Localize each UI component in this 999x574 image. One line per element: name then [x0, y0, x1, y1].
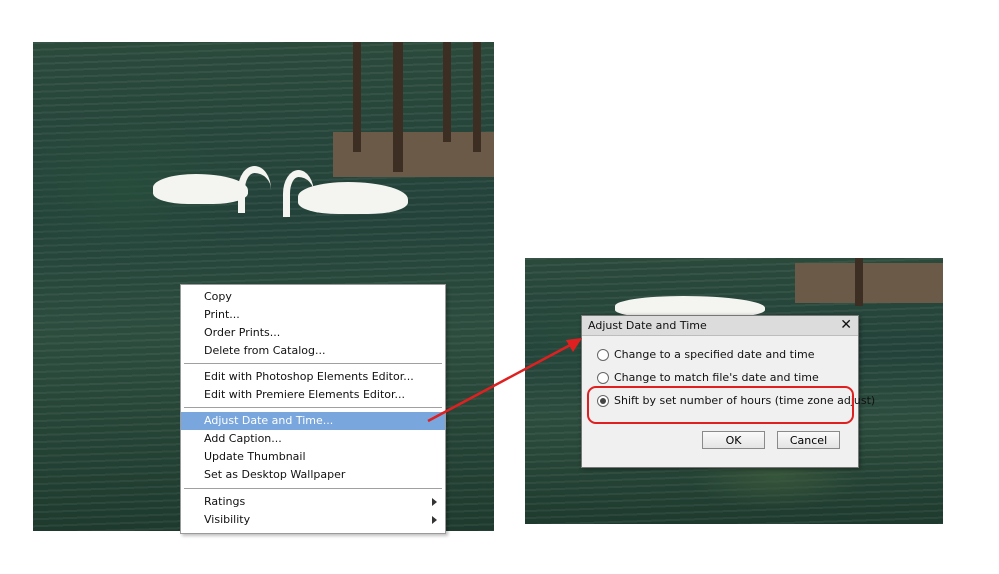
menu-item-adjust-date-time[interactable]: Adjust Date and Time... — [181, 412, 445, 430]
radio-button[interactable] — [597, 372, 609, 384]
menu-item-label: Update Thumbnail — [204, 450, 306, 463]
highlight-annotation — [587, 386, 854, 424]
menu-item-set-wallpaper[interactable]: Set as Desktop Wallpaper — [181, 466, 445, 484]
menu-item-visibility[interactable]: Visibility — [181, 511, 445, 529]
cancel-button[interactable]: Cancel — [777, 431, 840, 449]
swan — [298, 182, 408, 214]
menu-item-print[interactable]: Print... — [181, 306, 445, 324]
dock — [795, 263, 943, 303]
menu-separator — [184, 363, 442, 364]
submenu-arrow-icon — [432, 516, 437, 524]
menu-item-label: Delete from Catalog... — [204, 344, 326, 357]
menu-item-label: Ratings — [204, 495, 246, 508]
dock-post — [353, 42, 361, 152]
radio-button[interactable] — [597, 349, 609, 361]
menu-item-copy[interactable]: Copy — [181, 288, 445, 306]
swan — [238, 166, 271, 213]
menu-item-label: Set as Desktop Wallpaper — [204, 468, 346, 481]
menu-separator — [184, 488, 442, 489]
context-menu: Copy Print... Order Prints... Delete fro… — [180, 284, 446, 534]
menu-item-label: Adjust Date and Time... — [204, 414, 334, 427]
dock-post — [855, 258, 863, 306]
dialog-titlebar: Adjust Date and Time ✕ — [582, 316, 858, 336]
menu-item-label: Visibility — [204, 513, 251, 526]
menu-item-label: Add Caption... — [204, 432, 282, 445]
dock-post — [393, 42, 403, 172]
swan — [153, 174, 248, 204]
close-icon[interactable]: ✕ — [840, 317, 852, 333]
submenu-arrow-icon — [432, 498, 437, 506]
menu-item-update-thumbnail[interactable]: Update Thumbnail — [181, 448, 445, 466]
menu-item-edit-photoshop[interactable]: Edit with Photoshop Elements Editor... — [181, 368, 445, 386]
menu-item-ratings[interactable]: Ratings — [181, 493, 445, 511]
menu-item-label: Copy — [204, 290, 232, 303]
menu-item-order-prints[interactable]: Order Prints... — [181, 324, 445, 342]
swan — [283, 170, 314, 217]
ok-button[interactable]: OK — [702, 431, 765, 449]
menu-item-label: Edit with Premiere Elements Editor... — [204, 388, 406, 401]
dialog-title: Adjust Date and Time — [588, 319, 707, 332]
radio-label: Change to match file's date and time — [614, 371, 819, 384]
menu-separator — [184, 407, 442, 408]
menu-item-label: Print... — [204, 308, 240, 321]
menu-item-add-caption[interactable]: Add Caption... — [181, 430, 445, 448]
dock-post — [443, 42, 451, 142]
menu-item-edit-premiere[interactable]: Edit with Premiere Elements Editor... — [181, 386, 445, 404]
dock-post — [473, 42, 481, 152]
menu-item-delete-from-catalog[interactable]: Delete from Catalog... — [181, 342, 445, 360]
menu-item-label: Edit with Photoshop Elements Editor... — [204, 370, 414, 383]
menu-item-label: Order Prints... — [204, 326, 281, 339]
radio-label: Change to a specified date and time — [614, 348, 815, 361]
